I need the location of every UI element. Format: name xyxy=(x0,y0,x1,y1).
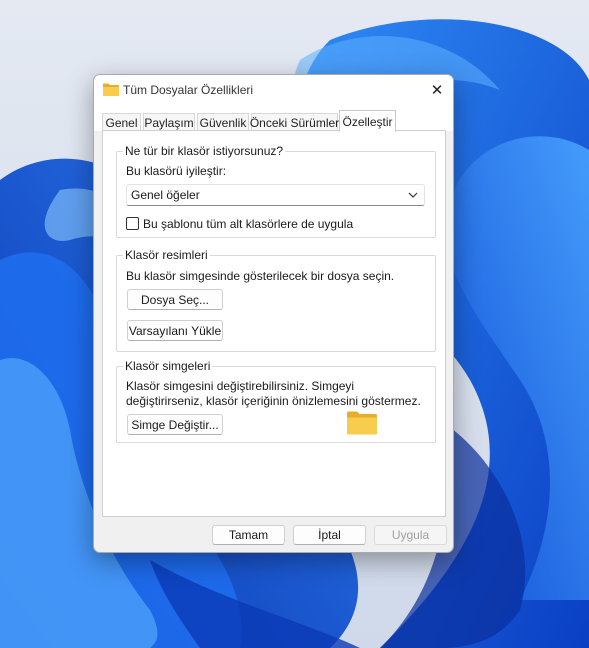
folder-pictures-group: Klasör resimleri Bu klasör simgesinde gö… xyxy=(116,248,436,352)
folder-type-group-title: Ne tür bir klasör istiyorsunuz? xyxy=(123,144,286,158)
change-icon-button[interactable]: Simge Değiştir... xyxy=(127,414,223,435)
tab-customize[interactable]: Özelleştir xyxy=(339,110,396,132)
folder-type-group: Ne tür bir klasör istiyorsunuz? Bu klasö… xyxy=(116,144,436,238)
properties-dialog: Tüm Dosyalar Özellikleri ✕ Genel Paylaşı… xyxy=(93,74,454,553)
cancel-button[interactable]: İptal xyxy=(293,525,366,545)
title-bar[interactable]: Tüm Dosyalar Özellikleri ✕ xyxy=(94,75,453,105)
optimize-label: Bu klasörü iyileştir: xyxy=(126,164,227,178)
optimize-select[interactable]: Genel öğeler xyxy=(126,184,425,206)
apply-button[interactable]: Uygula xyxy=(374,525,447,545)
folder-icons-group: Klasör simgeleri Klasör simgesini değişt… xyxy=(116,359,436,443)
folder-icon xyxy=(103,83,119,96)
restore-default-button[interactable]: Varsayılanı Yükle xyxy=(127,320,223,341)
optimize-select-value: Genel öğeler xyxy=(131,188,200,202)
tab-strip: Genel Paylaşım Güvenlik Önceki Sürümler … xyxy=(94,105,453,132)
apply-subfolders-checkbox[interactable] xyxy=(126,217,139,230)
window-title: Tüm Dosyalar Özellikleri xyxy=(123,83,254,97)
choose-file-button[interactable]: Dosya Seç... xyxy=(127,289,223,310)
customize-panel: Ne tür bir klasör istiyorsunuz? Bu klasö… xyxy=(102,130,446,517)
folder-icons-group-title: Klasör simgeleri xyxy=(123,359,213,373)
close-button[interactable]: ✕ xyxy=(421,75,453,105)
chevron-down-icon xyxy=(408,192,418,198)
folder-icons-description: Klasör simgesini değiştirebilirsiniz. Si… xyxy=(126,379,421,408)
apply-subfolders-label: Bu şablonu tüm alt klasörlere de uygula xyxy=(143,217,354,231)
ok-button[interactable]: Tamam xyxy=(212,525,285,545)
folder-pictures-description: Bu klasör simgesinde gösterilecek bir do… xyxy=(126,269,395,283)
folder-icon xyxy=(347,411,377,435)
folder-pictures-group-title: Klasör resimleri xyxy=(123,248,210,262)
close-icon: ✕ xyxy=(430,82,444,99)
